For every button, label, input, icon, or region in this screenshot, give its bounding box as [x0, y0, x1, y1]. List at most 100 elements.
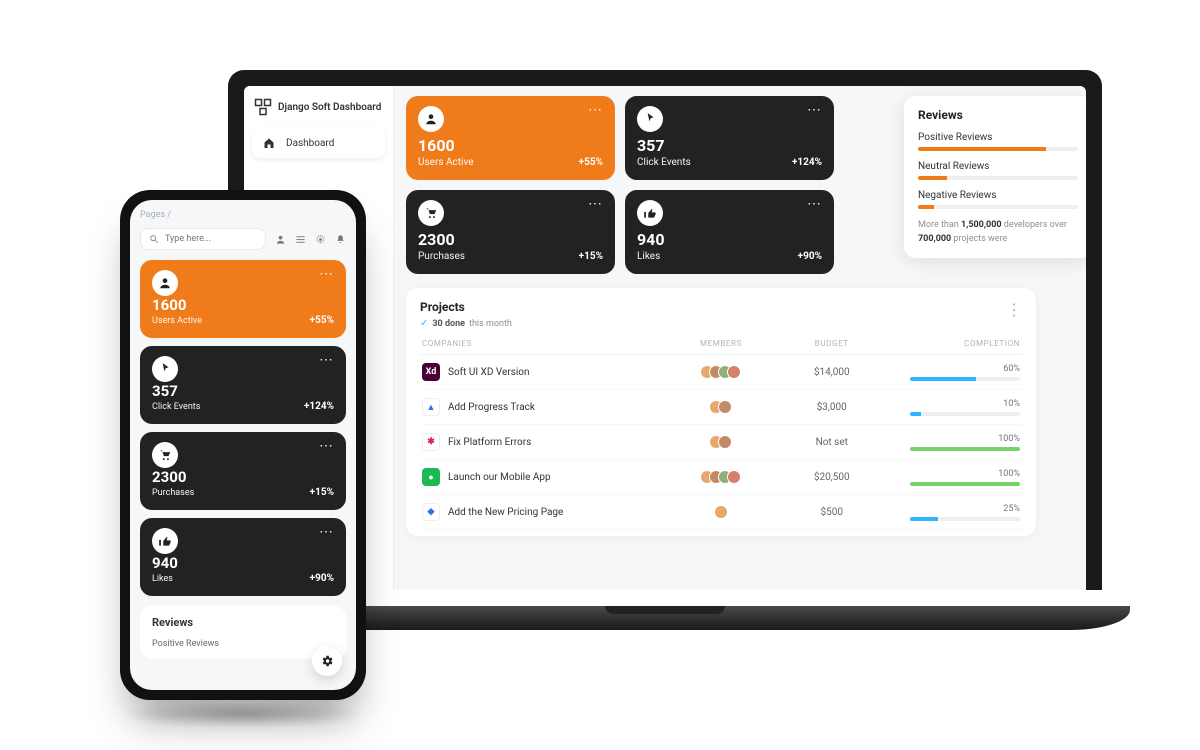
reviews-title: Reviews [918, 108, 1078, 122]
stat-delta: +90% [310, 573, 334, 584]
project-name: Add Progress Track [448, 402, 535, 413]
stat-delta: +15% [579, 251, 603, 262]
review-positive-bar [918, 147, 1078, 151]
gear-icon[interactable] [314, 233, 326, 245]
table-row[interactable]: ▲Add Progress Track$3,00010% [420, 390, 1022, 425]
stat-label: Users Active [152, 316, 202, 326]
completion-pct: 10% [1003, 399, 1020, 409]
user-icon[interactable] [274, 233, 286, 245]
card-menu-icon[interactable]: ⋯ [588, 200, 603, 208]
projects-title: Projects [420, 300, 1022, 314]
project-members [666, 400, 777, 414]
card-menu-icon[interactable]: ⋯ [807, 200, 822, 208]
laptop-display: Django Soft Dashboard Dashboard [244, 86, 1086, 590]
brand: Django Soft Dashboard [252, 96, 385, 128]
project-budget: $20,500 [776, 472, 887, 483]
card-menu-icon[interactable]: ⋯ [588, 106, 603, 114]
review-neutral-label: Neutral Reviews [918, 161, 1078, 172]
stat-card-likes[interactable]: ⋯ 940Likes +90% [140, 518, 346, 596]
project-name: Add the New Pricing Page [448, 507, 563, 518]
sidebar-item-dashboard[interactable]: Dashboard [252, 128, 385, 158]
stat-card-likes[interactable]: ⋯ 940 Likes +90% [625, 190, 834, 274]
header-icons [274, 233, 346, 245]
card-menu-icon[interactable]: ⋯ [319, 270, 334, 278]
company-icon: ▲ [422, 398, 440, 416]
stat-label: Purchases [152, 488, 194, 498]
settings-fab[interactable] [312, 646, 342, 676]
projects-rows: XdSoft UI XD Version$14,00060%▲Add Progr… [420, 355, 1022, 530]
main-content: ⋯ 1600 Users Active +55% [394, 86, 1086, 590]
menu-icon[interactable] [294, 233, 306, 245]
stat-card-purchases[interactable]: ⋯ 2300 Purchases +15% [406, 190, 615, 274]
review-neutral-bar [918, 176, 1078, 180]
check-icon: ✓ [420, 318, 428, 329]
pointer-icon [152, 356, 178, 382]
card-menu-icon[interactable]: ⋯ [319, 442, 334, 450]
stat-value: 2300 [418, 230, 465, 249]
stat-value: 1600 [418, 136, 474, 155]
completion-pct: 100% [998, 469, 1020, 479]
stat-card-users[interactable]: ⋯ 1600Users Active +55% [140, 260, 346, 338]
user-icon [418, 106, 444, 132]
stat-card-purchases[interactable]: ⋯ 2300Purchases +15% [140, 432, 346, 510]
table-row[interactable]: ●Launch our Mobile App $20,500 100% [420, 460, 1022, 495]
stat-delta: +15% [310, 487, 334, 498]
stat-delta: +124% [304, 401, 334, 412]
projects-subtitle: ✓ 30 done this month [420, 318, 1022, 329]
brand-title: Django Soft Dashboard [278, 102, 381, 113]
stat-card-clicks[interactable]: ⋯ 357 Click Events +124% [140, 346, 346, 424]
reviews-title: Reviews [152, 616, 334, 629]
bell-icon[interactable] [334, 233, 346, 245]
stat-card-clicks[interactable]: ⋯ 357 Click Events +124% [625, 96, 834, 180]
review-positive-label: Positive Reviews [152, 639, 334, 649]
project-name: Soft UI XD Version [448, 367, 530, 378]
completion-bar [910, 517, 1020, 521]
table-row[interactable]: XdSoft UI XD Version$14,00060% [420, 355, 1022, 390]
table-row[interactable]: ✱Fix Platform ErrorsNot set100% [420, 425, 1022, 460]
phone-display: Pages / ⋯ [130, 200, 356, 690]
col-companies: COMPANIES [422, 339, 666, 348]
projects-menu-icon[interactable]: ⋮ [1006, 300, 1022, 319]
project-budget: $14,000 [776, 367, 887, 378]
table-row[interactable]: ◆Add the New Pricing Page$50025% [420, 495, 1022, 530]
project-members [666, 435, 777, 449]
avatar [727, 470, 741, 484]
col-budget: BUDGET [776, 339, 887, 348]
cart-icon [418, 200, 444, 226]
project-company: ●Launch our Mobile App [422, 468, 666, 486]
project-completion: 100% [887, 469, 1020, 486]
search-input-wrap[interactable] [140, 228, 266, 250]
stat-delta: +55% [579, 157, 603, 168]
gear-icon [320, 654, 334, 668]
search-input[interactable] [165, 234, 257, 244]
completion-bar [910, 482, 1020, 486]
brand-icon [254, 98, 272, 116]
review-negative-label: Negative Reviews [918, 190, 1078, 201]
avatar [718, 435, 732, 449]
completion-pct: 100% [998, 434, 1020, 444]
company-icon: ◆ [422, 503, 440, 521]
stat-delta: +124% [792, 157, 822, 168]
stat-value: 940 [637, 230, 665, 249]
projects-header: COMPANIES MEMBERS BUDGET COMPLETION [420, 329, 1022, 355]
stat-label: Click Events [152, 402, 200, 412]
pointer-icon [637, 106, 663, 132]
avatar [718, 400, 732, 414]
stat-label: Purchases [418, 251, 465, 262]
project-members [666, 470, 777, 484]
reviews-note: More than 1,500,000 developers over 700,… [918, 219, 1078, 246]
project-completion: 100% [887, 434, 1020, 451]
breadcrumb: Pages / [140, 210, 171, 220]
review-neutral-fill [918, 176, 947, 180]
card-menu-icon[interactable]: ⋯ [319, 356, 334, 364]
stat-value: 357 [152, 382, 200, 400]
card-menu-icon[interactable]: ⋯ [319, 528, 334, 536]
reviews-card: Reviews Positive Reviews Neutral Reviews… [904, 96, 1086, 258]
review-positive-fill [918, 147, 1046, 151]
stat-delta: +55% [310, 315, 334, 326]
project-name: Fix Platform Errors [448, 437, 531, 448]
stat-label: Likes [637, 251, 665, 262]
completion-fill [910, 447, 1020, 451]
card-menu-icon[interactable]: ⋯ [807, 106, 822, 114]
stat-card-users[interactable]: ⋯ 1600 Users Active +55% [406, 96, 615, 180]
